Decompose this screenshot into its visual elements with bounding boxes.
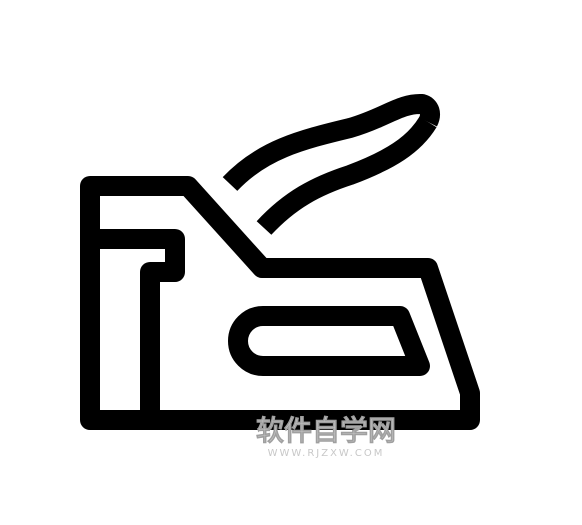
staple-gun-illustration: 软件自学网 WWW.RJZXW.COM <box>0 0 582 525</box>
watermark-subtitle: WWW.RJZXW.COM <box>268 448 385 459</box>
watermark-title: 软件自学网 <box>256 414 396 447</box>
watermark: 软件自学网 WWW.RJZXW.COM <box>256 414 397 459</box>
